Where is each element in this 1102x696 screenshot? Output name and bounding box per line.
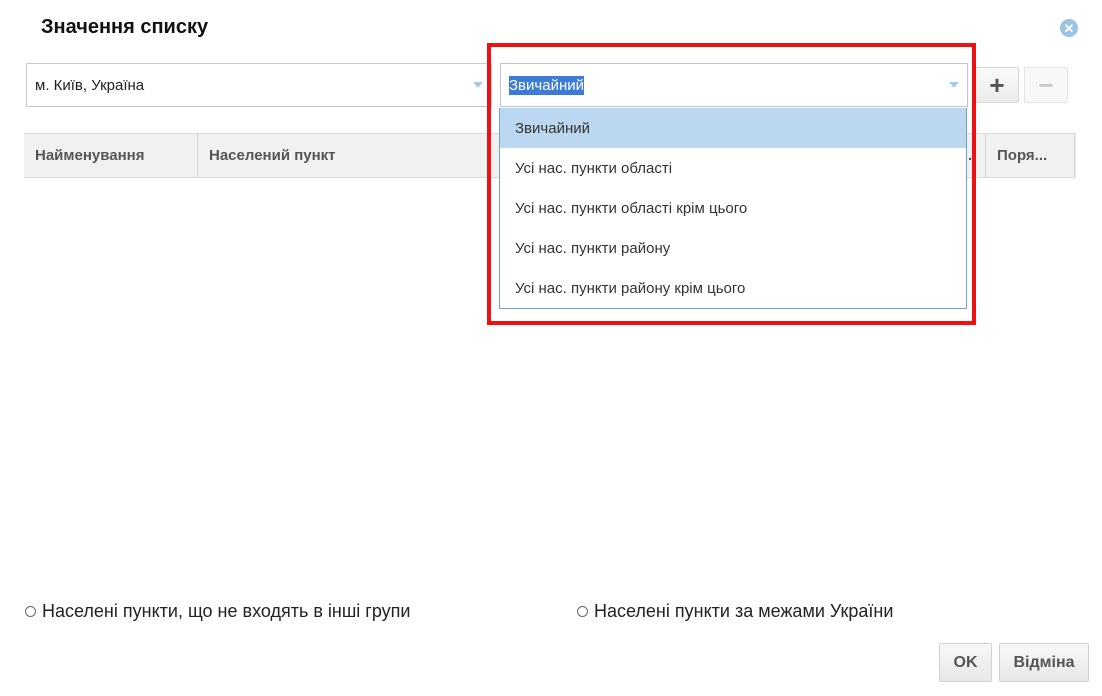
dialog-title: Значення списку [41, 16, 209, 38]
add-button[interactable]: + [975, 67, 1019, 103]
column-header-order[interactable]: Поря... [986, 134, 1075, 177]
column-header-settlement[interactable]: Населений пункт [198, 134, 498, 177]
dropdown-option[interactable]: Усі нас. пункти області крім цього [500, 188, 966, 228]
location-select[interactable]: м. Київ, Україна [26, 63, 492, 107]
type-select-dropdown: Звичайний Усі нас. пункти області Усі на… [499, 108, 967, 309]
chevron-down-icon[interactable] [473, 82, 483, 88]
cancel-button[interactable]: Відміна [999, 643, 1089, 682]
type-select-value[interactable]: Звичайний [501, 75, 949, 95]
dropdown-option[interactable]: Усі нас. пункти району [500, 228, 966, 268]
radio-not-in-other-groups[interactable]: Населені пункти, що не входять в інші гр… [25, 601, 410, 622]
close-icon[interactable]: ✕ [1060, 19, 1078, 37]
chevron-down-icon[interactable] [949, 82, 959, 88]
radio-outside-ukraine[interactable]: Населені пункти за межами України [577, 601, 893, 622]
dropdown-option[interactable]: Усі нас. пункти району крім цього [500, 268, 966, 308]
column-header-hidden[interactable]: . [964, 134, 986, 177]
dropdown-option[interactable]: Звичайний [500, 108, 966, 148]
radio-label: Населені пункти, що не входять в інші гр… [42, 601, 411, 621]
dropdown-option[interactable]: Усі нас. пункти області [500, 148, 966, 188]
radio-button[interactable] [577, 606, 588, 617]
type-select[interactable]: Звичайний [500, 63, 968, 107]
column-header-name[interactable]: Найменування [24, 134, 198, 177]
radio-button[interactable] [25, 606, 36, 617]
radio-label: Населені пункти за межами України [594, 601, 894, 621]
remove-button[interactable]: − [1024, 67, 1068, 103]
minus-icon: − [1038, 70, 1054, 100]
plus-icon: + [989, 70, 1005, 100]
type-select-selected-text: Звичайний [509, 75, 584, 95]
ok-button[interactable]: OK [939, 643, 992, 682]
location-select-value: м. Київ, Україна [35, 76, 145, 94]
